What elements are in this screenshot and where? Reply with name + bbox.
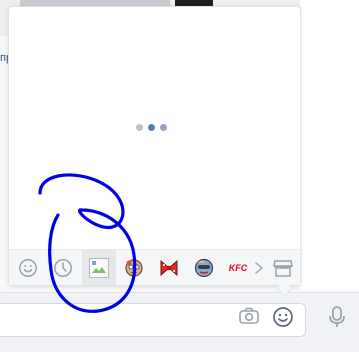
kfc-logo-icon: KFC xyxy=(228,262,248,273)
smile-outline-icon xyxy=(18,258,38,278)
loader-dot xyxy=(160,124,167,131)
sticker-pack-3-tab[interactable] xyxy=(187,250,221,285)
emoji-tab[interactable] xyxy=(11,250,45,285)
broken-image-tab[interactable] xyxy=(82,250,116,285)
smile-icon[interactable] xyxy=(272,306,296,330)
sticker-pack-1-tab[interactable] xyxy=(117,250,151,285)
message-composer xyxy=(0,292,359,352)
microphone-icon[interactable] xyxy=(327,305,351,329)
recent-tab[interactable] xyxy=(46,250,80,285)
sticker-popup: KFC xyxy=(8,6,301,286)
loader-dot xyxy=(136,124,143,131)
store-icon xyxy=(272,258,294,278)
sticker-pack-2-tab[interactable] xyxy=(152,250,186,285)
red-bow-icon xyxy=(158,258,180,278)
sticker-tabs: KFC xyxy=(9,249,300,285)
chat-right-area xyxy=(300,0,359,290)
sticker-store-button[interactable] xyxy=(266,250,300,285)
broken-image-icon xyxy=(89,257,109,278)
camera-icon[interactable] xyxy=(238,306,262,330)
loader-dot xyxy=(148,124,155,131)
clock-icon xyxy=(53,258,73,278)
sticker-character-2-icon xyxy=(193,257,215,279)
sticker-character-icon xyxy=(123,257,145,279)
chevron-right-icon xyxy=(254,261,264,275)
